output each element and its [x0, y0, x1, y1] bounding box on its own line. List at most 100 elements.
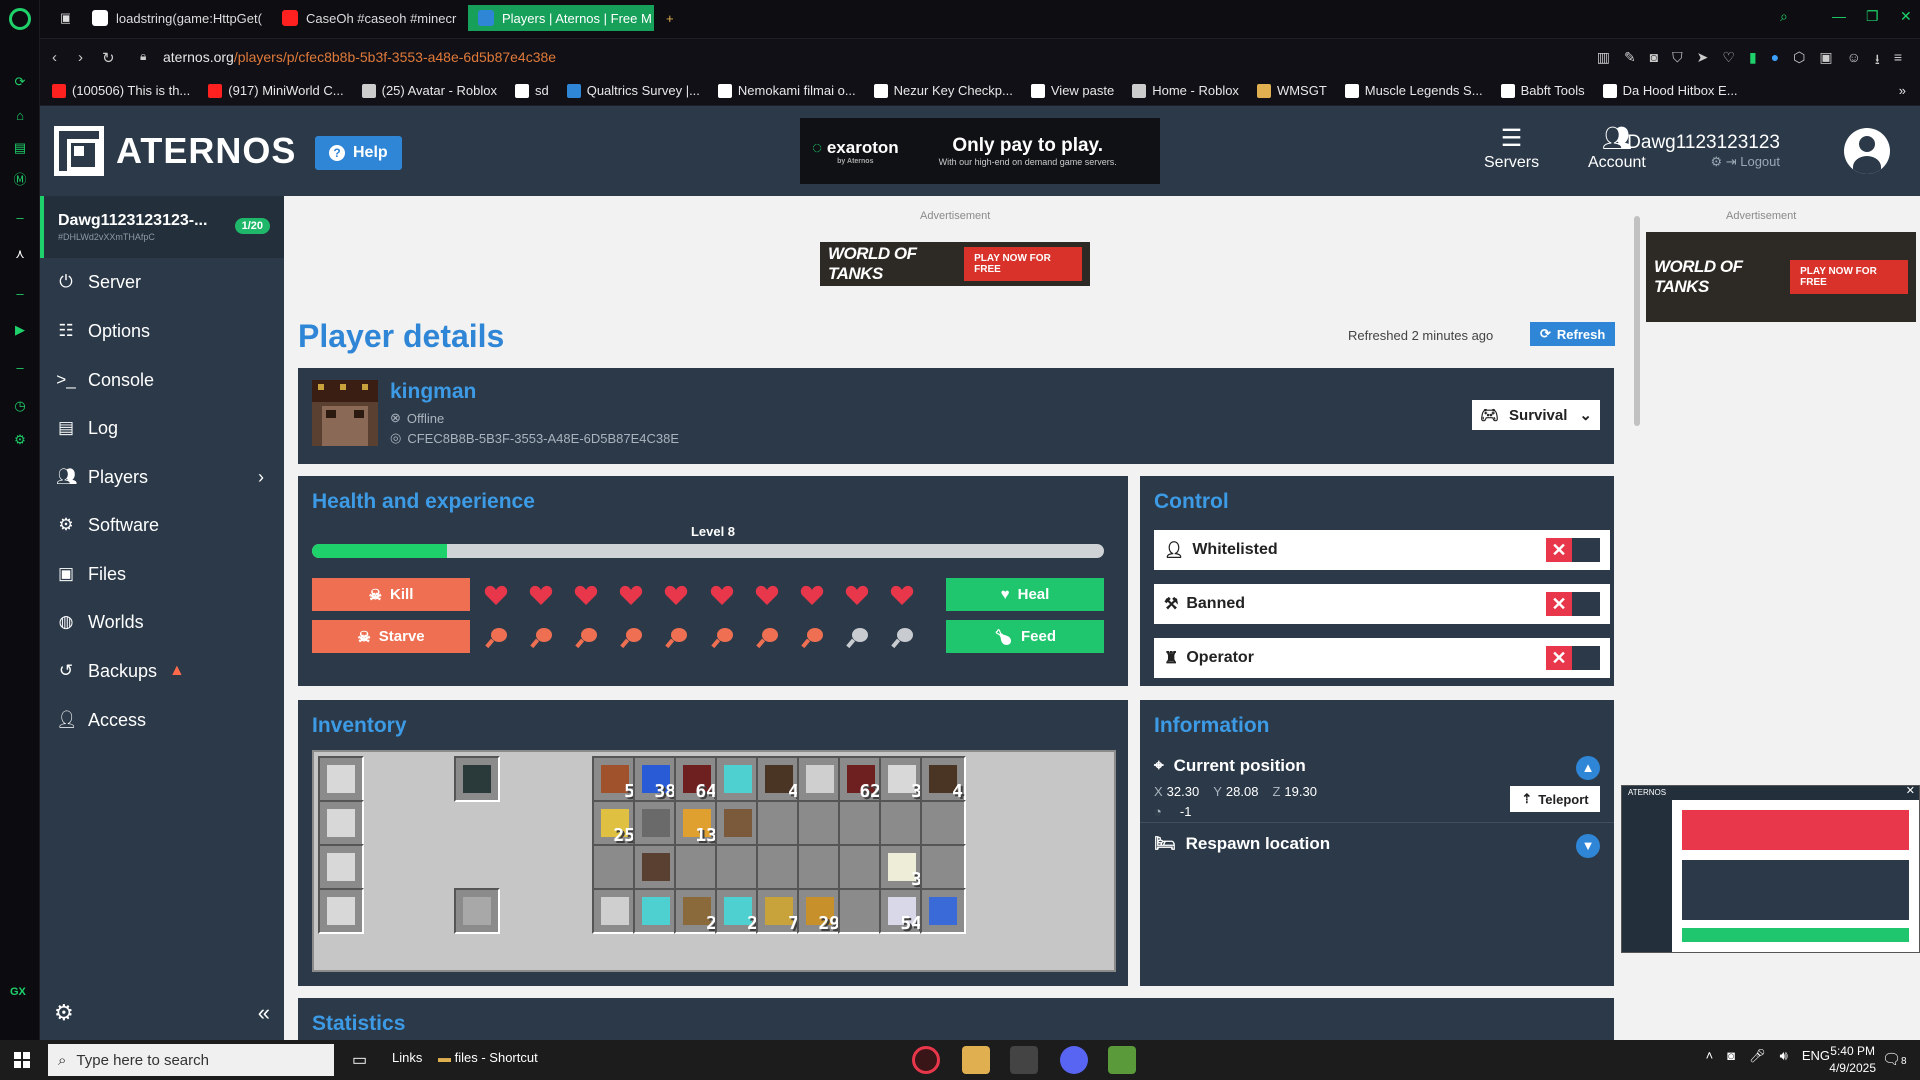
twitch-icon[interactable]: ▤	[12, 140, 28, 156]
inventory-slot[interactable]	[756, 844, 802, 890]
inventory-slot[interactable]	[633, 844, 679, 890]
inventory-slot[interactable]: 25	[592, 800, 638, 846]
hotbar-slot[interactable]: 29	[797, 888, 843, 934]
profile-icon[interactable]: ☺	[1847, 49, 1861, 73]
tray-chevron-icon[interactable]: ˄	[1706, 1048, 1714, 1064]
tab-aternos[interactable]: Players | Aternos | Free M	[468, 5, 654, 31]
download-icon[interactable]: ⭳	[1875, 49, 1880, 73]
inventory-slot[interactable]	[797, 844, 843, 890]
help-button[interactable]: ? Help	[315, 136, 402, 170]
inventory-slot[interactable]: 64	[674, 756, 720, 802]
minecraft-taskbar-icon[interactable]	[1108, 1046, 1136, 1074]
sidebar-item-access[interactable]: 👤︎ Access	[56, 700, 276, 740]
settings-icon[interactable]: ⚙	[12, 432, 28, 448]
starve-button[interactable]: ☠ Starve	[312, 620, 470, 653]
scrollbar-thumb[interactable]	[1634, 216, 1640, 426]
shield-icon[interactable]: ⛉	[1672, 49, 1683, 73]
teleport-button[interactable]: ⇡ Teleport	[1510, 786, 1600, 812]
wot-play-button[interactable]: PLAY NOW FOR FREE	[1790, 260, 1908, 294]
bookmark-item[interactable]: sd	[514, 83, 549, 98]
bookmark-item[interactable]: Nezur Key Checkp...	[873, 83, 1013, 98]
settings-gear-icon[interactable]: ⚙	[54, 1000, 74, 1026]
bookmark-item[interactable]: (25) Avatar - Roblox	[361, 83, 497, 98]
collapse-sidebar-icon[interactable]: «	[258, 1000, 270, 1026]
wallet-icon[interactable]: ▣	[1819, 49, 1832, 73]
discord-taskbar-icon[interactable]	[1060, 1046, 1088, 1074]
tab-caseoh[interactable]: CaseOh #caseoh #minecr	[272, 5, 462, 31]
aternos-logo[interactable]: ATERNOS	[54, 126, 296, 176]
gamemode-select[interactable]: 🎮︎ Survival ⌄	[1472, 400, 1600, 430]
taskbar-search[interactable]: ⌕ Type here to search	[48, 1044, 334, 1076]
bookmark-item[interactable]: Home - Roblox	[1132, 83, 1239, 98]
avatar[interactable]	[1844, 128, 1890, 174]
inventory-slot[interactable]	[920, 844, 966, 890]
notification-center-icon[interactable]: 🗨︎8	[1882, 1050, 1907, 1068]
bookmark-item[interactable]: Babft Tools	[1500, 83, 1585, 98]
inventory-slot[interactable]	[592, 844, 638, 890]
inventory-slot[interactable]	[715, 756, 761, 802]
inventory-slot[interactable]: 3	[879, 844, 925, 890]
inventory-slot[interactable]: 4	[920, 756, 966, 802]
hotbar-slot[interactable]: 2	[715, 888, 761, 934]
hotbar-slot[interactable]	[920, 888, 966, 934]
exaroton-ad[interactable]: ◌ exaroton by Aternos Only pay to play. …	[800, 118, 1160, 184]
inventory-slot[interactable]	[756, 800, 802, 846]
wot-play-button[interactable]: PLAY NOW FOR FREE	[964, 247, 1082, 281]
server-card[interactable]: Dawg1123123123-... #DHLWd2vXXmTHAfpC 1/2…	[40, 196, 284, 258]
bookmark-item[interactable]: (917) MiniWorld C...	[208, 83, 344, 98]
files-shortcut[interactable]: ▬ files - Shortcut	[438, 1050, 538, 1065]
inventory-slot[interactable]: 62	[838, 756, 884, 802]
bookmark-item[interactable]: View paste	[1030, 83, 1114, 98]
taskbar-links[interactable]: Links	[392, 1050, 422, 1065]
opera-gx-taskbar-icon[interactable]	[912, 1046, 940, 1074]
camera-tray-icon[interactable]: ◙	[1727, 1048, 1735, 1064]
new-tab-button[interactable]: +	[656, 5, 684, 31]
sidebar-item-server[interactable]: ⏻ Server	[56, 262, 276, 302]
armor-slot[interactable]	[318, 800, 364, 846]
sidebar-item-players[interactable]: 👥︎ Players ›	[56, 457, 276, 497]
world-of-tanks-side-ad[interactable]: WORLD OF TANKS PLAY NOW FOR FREE	[1646, 232, 1916, 322]
inventory-slot[interactable]	[797, 756, 843, 802]
reader-icon[interactable]: ▥	[1597, 49, 1610, 73]
world-of-tanks-ad[interactable]: WORLD OF TANKS PLAY NOW FOR FREE	[820, 242, 1090, 286]
sidebar-item-files[interactable]: ▣ Files	[56, 554, 276, 594]
expand-respawn-button[interactable]: ▼	[1576, 834, 1600, 858]
bookmark-item[interactable]: Nemokami filmai o...	[717, 83, 856, 98]
inventory-slot[interactable]: 5	[592, 756, 638, 802]
aternos-sidebar-icon[interactable]: ⋏	[12, 246, 28, 262]
inventory-slot[interactable]: 13	[674, 800, 720, 846]
restore-button[interactable]: ❐	[1866, 8, 1879, 25]
inventory-slot[interactable]	[674, 844, 720, 890]
volume-icon[interactable]: 🔊︎	[1780, 1048, 1788, 1064]
task-view-icon[interactable]: ▭	[352, 1050, 367, 1070]
back-icon[interactable]: ‹	[52, 49, 57, 66]
hotbar-slot[interactable]: 54	[879, 888, 925, 934]
inventory-slot[interactable]: 38	[633, 756, 679, 802]
tab-loadstring[interactable]: loadstring(game:HttpGet(	[82, 5, 262, 31]
hotbar-slot[interactable]	[838, 888, 884, 934]
whitelisted-toggle[interactable]: ✕	[1546, 538, 1600, 562]
camera-icon[interactable]: ◙	[1650, 49, 1658, 73]
history-icon[interactable]: ◷	[12, 398, 28, 414]
minimize-button[interactable]: —	[1832, 8, 1846, 24]
language-indicator[interactable]: ENG	[1802, 1048, 1830, 1064]
sidebar-item-log[interactable]: ▤ Log	[56, 408, 276, 448]
sidebar-item-worlds[interactable]: ◍ Worlds	[56, 602, 276, 642]
inventory-slot[interactable]: 4	[756, 756, 802, 802]
extension-icon[interactable]: ●	[1771, 49, 1779, 73]
menu-icon[interactable]: ≡	[1894, 49, 1902, 73]
file-explorer-taskbar-icon[interactable]	[962, 1046, 990, 1074]
gx-corner-icon[interactable]: ⌂	[12, 108, 28, 124]
collapse-position-button[interactable]: ▲	[1576, 756, 1600, 780]
mic-icon[interactable]: 🎤︎	[1749, 1048, 1766, 1064]
inventory-slot[interactable]	[838, 844, 884, 890]
edit-icon[interactable]: ✎	[1624, 49, 1636, 73]
current-position-header[interactable]: ⌖ Current position	[1154, 756, 1306, 776]
player-icon[interactable]: ▶	[12, 322, 28, 338]
bookmark-item[interactable]: Qualtrics Survey |...	[566, 83, 700, 98]
close-window-button[interactable]: ✕	[1900, 8, 1912, 25]
tab-workspaces-icon[interactable]: ▣	[50, 5, 70, 31]
inventory-slot[interactable]	[715, 800, 761, 846]
taskbar-clock[interactable]: 5:40 PM 4/9/2025	[1829, 1043, 1876, 1077]
hotbar-slot[interactable]	[592, 888, 638, 934]
